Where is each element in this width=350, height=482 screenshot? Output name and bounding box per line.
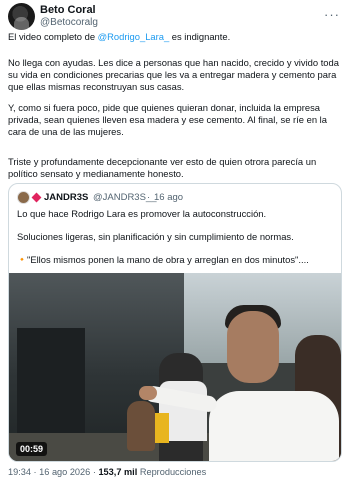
views-count[interactable]: 153,7 mil [98,467,137,477]
quoted-paragraph-2: Soluciones ligeras, sin planificación y … [17,231,294,242]
video-speaker-shirt [209,391,339,461]
mention-link[interactable]: @Rodrigo_Lara_ [98,31,170,42]
more-icon[interactable]: ··· [324,7,340,22]
video-speaker-hand [139,386,157,400]
quoted-header: JANDR3S @JANDR3S__ · 16 ago [17,191,333,205]
diamond-icon [31,192,42,203]
tweet-paragraph-3: Y, como si fuera poco, pide que quienes … [8,102,327,137]
tweet-paragraph-1: El video completo de @Rodrigo_Lara_ es i… [8,31,230,43]
video-yellow-object [155,413,169,443]
tweet-paragraph-2: No llega con ayudas. Les dice a personas… [8,57,339,92]
orange-diamond-icon: 🔸 [17,255,27,264]
author-handle[interactable]: @Betocoralg [40,17,98,28]
tweet-paragraph-4: Triste y profundamente decepcionante ver… [8,156,317,179]
post-date[interactable]: 16 ago 2026 [39,467,90,477]
video-child [127,401,155,451]
author-name[interactable]: Beto Coral [40,4,96,16]
quoted-paragraph-1: Lo que hace Rodrigo Lara es promover la … [17,208,267,219]
video-thumbnail[interactable]: 00:59 [9,273,341,461]
quoted-avatar[interactable] [17,191,30,204]
video-speaker-head [227,311,279,383]
post-time[interactable]: 19:34 [8,467,31,477]
quoted-quote-text: "Ellos mismos ponen la mano de obra y ar… [27,254,309,265]
video-duration-badge: 00:59 [16,442,48,456]
tweet-header: Beto Coral @Betocoralg ··· [8,3,342,33]
quoted-tweet[interactable]: JANDR3S @JANDR3S__ · 16 ago Lo que hace … [8,183,342,462]
quoted-author-name[interactable]: JANDR3S [44,192,88,203]
text-after-mention: es indignante. [169,31,231,42]
quoted-separator: · [147,192,151,203]
views-label: Reproducciones [137,467,207,477]
quoted-time[interactable]: 16 ago [154,192,183,203]
date-separator: · [31,467,40,477]
author-avatar[interactable] [8,3,35,30]
tweet-footer: 19:34 · 16 ago 2026 · 153,7 mil Reproduc… [8,467,206,477]
text-before-mention: El video completo de [8,31,98,42]
